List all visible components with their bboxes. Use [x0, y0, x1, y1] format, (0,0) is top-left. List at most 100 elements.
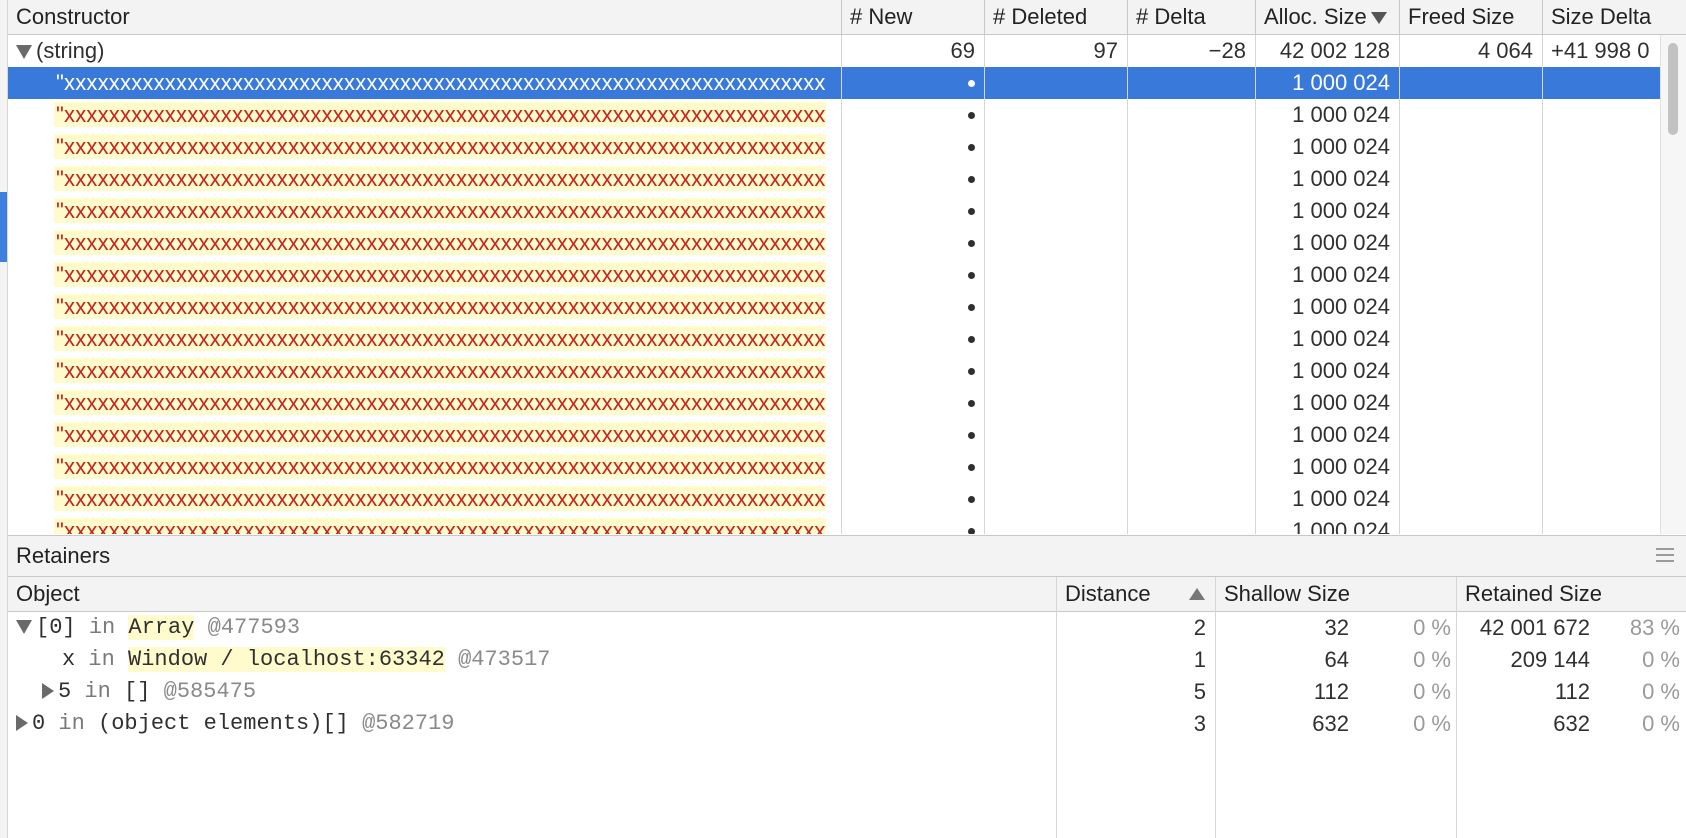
col-header-freed-size[interactable]: Freed Size	[1400, 0, 1543, 34]
expand-triangle-icon[interactable]	[16, 715, 28, 732]
string-row[interactable]: "xxxxxxxxxxxxxxxxxxxxxxxxxxxxxxxxxxxxxxx…	[8, 323, 1661, 355]
new-marker-cell	[842, 227, 985, 259]
string-name-cell: "xxxxxxxxxxxxxxxxxxxxxxxxxxxxxxxxxxxxxxx…	[8, 515, 842, 534]
retainer-row[interactable]: 5 in [] @585475 5 112 0 % 112 0 %	[8, 676, 1686, 708]
retainer-shallow-pct: 0 %	[1413, 615, 1451, 640]
string-row[interactable]: "xxxxxxxxxxxxxxxxxxxxxxxxxxxxxxxxxxxxxxx…	[8, 259, 1661, 291]
retainer-object-cell: [0] in Array @477593	[8, 612, 1057, 644]
string-row[interactable]: "xxxxxxxxxxxxxxxxxxxxxxxxxxxxxxxxxxxxxxx…	[8, 515, 1661, 534]
alloc-size-cell: 1 000 024	[1292, 422, 1390, 447]
col-header-delta[interactable]: # Delta	[1128, 0, 1256, 34]
string-value: "xxxxxxxxxxxxxxxxxxxxxxxxxxxxxxxxxxxxxxx…	[54, 198, 826, 223]
string-value: "xxxxxxxxxxxxxxxxxxxxxxxxxxxxxxxxxxxxxxx…	[56, 70, 826, 95]
string-row[interactable]: "xxxxxxxxxxxxxxxxxxxxxxxxxxxxxxxxxxxxxxx…	[8, 451, 1661, 483]
col-divider	[1127, 35, 1128, 534]
col-header-constructor[interactable]: Constructor	[8, 0, 842, 34]
alloc-size-cell: 1 000 024	[1292, 294, 1390, 319]
alloc-size-cell: 1 000 024	[1292, 102, 1390, 127]
string-value: "xxxxxxxxxxxxxxxxxxxxxxxxxxxxxxxxxxxxxxx…	[54, 422, 826, 447]
group-row-string[interactable]: (string) 69 97 −28 42 002 128 4 064 +41 …	[8, 35, 1661, 67]
col-header-new[interactable]: # New	[842, 0, 985, 34]
collapse-triangle-icon[interactable]	[16, 620, 32, 635]
retainer-shallow-size: 64	[1324, 647, 1349, 672]
new-dot-icon	[968, 80, 975, 87]
string-name-cell: "xxxxxxxxxxxxxxxxxxxxxxxxxxxxxxxxxxxxxxx…	[8, 163, 842, 195]
retainer-class: (object elements)[]	[98, 711, 349, 736]
new-marker-cell	[842, 131, 985, 163]
new-marker-cell	[842, 515, 985, 534]
alloc-size-cell: 1 000 024	[1292, 262, 1390, 287]
alloc-size-cell: 1 000 024	[1292, 326, 1390, 351]
string-value: "xxxxxxxxxxxxxxxxxxxxxxxxxxxxxxxxxxxxxxx…	[54, 454, 826, 479]
string-row[interactable]: "xxxxxxxxxxxxxxxxxxxxxxxxxxxxxxxxxxxxxxx…	[8, 163, 1661, 195]
col-header-shallow-size[interactable]: Shallow Size	[1216, 577, 1457, 611]
col-header-retained-size[interactable]: Retained Size	[1457, 577, 1686, 611]
string-row[interactable]: "xxxxxxxxxxxxxxxxxxxxxxxxxxxxxxxxxxxxxxx…	[8, 387, 1661, 419]
col-divider	[1215, 577, 1216, 838]
retainer-in-keyword: in	[88, 615, 116, 640]
string-name-cell: "xxxxxxxxxxxxxxxxxxxxxxxxxxxxxxxxxxxxxxx…	[8, 483, 842, 515]
retainer-row[interactable]: 0 in (object elements)[] @582719 3 632 0 % 6…	[8, 708, 1686, 740]
retainers-title: Retainers	[16, 543, 111, 568]
new-marker-cell	[842, 419, 985, 451]
string-row[interactable]: "xxxxxxxxxxxxxxxxxxxxxxxxxxxxxxxxxxxxxxx…	[8, 419, 1661, 451]
group-delta: −28	[1208, 38, 1246, 63]
string-row[interactable]: "xxxxxxxxxxxxxxxxxxxxxxxxxxxxxxxxxxxxxxx…	[8, 67, 1661, 99]
string-row[interactable]: "xxxxxxxxxxxxxxxxxxxxxxxxxxxxxxxxxxxxxxx…	[8, 227, 1661, 259]
expand-triangle-icon[interactable]	[16, 45, 32, 60]
string-row[interactable]: "xxxxxxxxxxxxxxxxxxxxxxxxxxxxxxxxxxxxxxx…	[8, 291, 1661, 323]
col-header-size-delta[interactable]: Size Delta	[1543, 0, 1686, 34]
retainer-address: @477593	[207, 615, 301, 640]
col-header-alloc-size[interactable]: Alloc. Size	[1256, 0, 1400, 34]
vertical-scrollbar[interactable]	[1660, 35, 1686, 534]
retainer-in-keyword: in	[58, 711, 85, 736]
new-dot-icon	[968, 304, 975, 311]
string-value: "xxxxxxxxxxxxxxxxxxxxxxxxxxxxxxxxxxxxxxx…	[54, 294, 826, 319]
retainer-object-cell: 5 in [] @585475	[8, 676, 1057, 708]
col-header-object[interactable]: Object	[8, 577, 1057, 611]
drag-handle-icon[interactable]	[1656, 548, 1674, 562]
string-row[interactable]: "xxxxxxxxxxxxxxxxxxxxxxxxxxxxxxxxxxxxxxx…	[8, 483, 1661, 515]
table-body: (string) 69 97 −28 42 002 128 4 064 +41 …	[8, 35, 1661, 534]
new-marker-cell	[842, 323, 985, 355]
alloc-size-cell: 1 000 024	[1292, 390, 1390, 415]
retainer-distance: 2	[1193, 615, 1206, 640]
string-row[interactable]: "xxxxxxxxxxxxxxxxxxxxxxxxxxxxxxxxxxxxxxx…	[8, 355, 1661, 387]
retainer-shallow-size: 112	[1313, 679, 1349, 704]
expand-triangle-icon[interactable]	[42, 683, 54, 700]
alloc-size-cell: 1 000 024	[1292, 518, 1390, 534]
col-header-distance[interactable]: Distance	[1057, 577, 1216, 611]
new-dot-icon	[968, 240, 975, 247]
string-row[interactable]: "xxxxxxxxxxxxxxxxxxxxxxxxxxxxxxxxxxxxxxx…	[8, 99, 1661, 131]
retainer-retained-size: 112	[1554, 679, 1590, 704]
string-value: "xxxxxxxxxxxxxxxxxxxxxxxxxxxxxxxxxxxxxxx…	[54, 262, 826, 287]
retainer-row[interactable]: [0] in Array @477593 2 32 0 % 42 001 672 83 %	[8, 612, 1686, 644]
new-marker-cell	[842, 451, 985, 483]
retainer-row[interactable]: x in Window / localhost:63342 @473517 1 64…	[8, 644, 1686, 676]
retainer-key: 0	[32, 711, 46, 736]
new-dot-icon	[968, 432, 975, 439]
string-value: "xxxxxxxxxxxxxxxxxxxxxxxxxxxxxxxxxxxxxxx…	[54, 230, 826, 255]
retainer-class: Array	[128, 615, 195, 640]
col-header-deleted[interactable]: # Deleted	[985, 0, 1128, 34]
new-dot-icon	[968, 400, 975, 407]
new-marker-cell	[842, 259, 985, 291]
string-value: "xxxxxxxxxxxxxxxxxxxxxxxxxxxxxxxxxxxxxxx…	[54, 358, 826, 383]
group-deleted: 97	[1093, 38, 1118, 63]
string-row[interactable]: "xxxxxxxxxxxxxxxxxxxxxxxxxxxxxxxxxxxxxxx…	[8, 131, 1661, 163]
retainer-class: Window / localhost:63342	[128, 647, 445, 672]
new-dot-icon	[968, 208, 975, 215]
alloc-size-cell: 1 000 024	[1292, 230, 1390, 255]
new-marker-cell	[842, 355, 985, 387]
retainer-key: 5	[58, 679, 72, 704]
scrollbar-thumb[interactable]	[1668, 43, 1678, 135]
col-divider	[1399, 35, 1400, 534]
retainer-shallow-pct: 0 %	[1413, 647, 1451, 672]
string-row[interactable]: "xxxxxxxxxxxxxxxxxxxxxxxxxxxxxxxxxxxxxxx…	[8, 195, 1661, 227]
string-name-cell: "xxxxxxxxxxxxxxxxxxxxxxxxxxxxxxxxxxxxxxx…	[8, 67, 842, 99]
group-alloc-size: 42 002 128	[1279, 38, 1390, 63]
new-marker-cell	[842, 195, 985, 227]
string-name-cell: "xxxxxxxxxxxxxxxxxxxxxxxxxxxxxxxxxxxxxxx…	[8, 99, 842, 131]
group-freed-size: 4 064	[1477, 38, 1533, 63]
alloc-size-cell: 1 000 024	[1292, 134, 1390, 159]
